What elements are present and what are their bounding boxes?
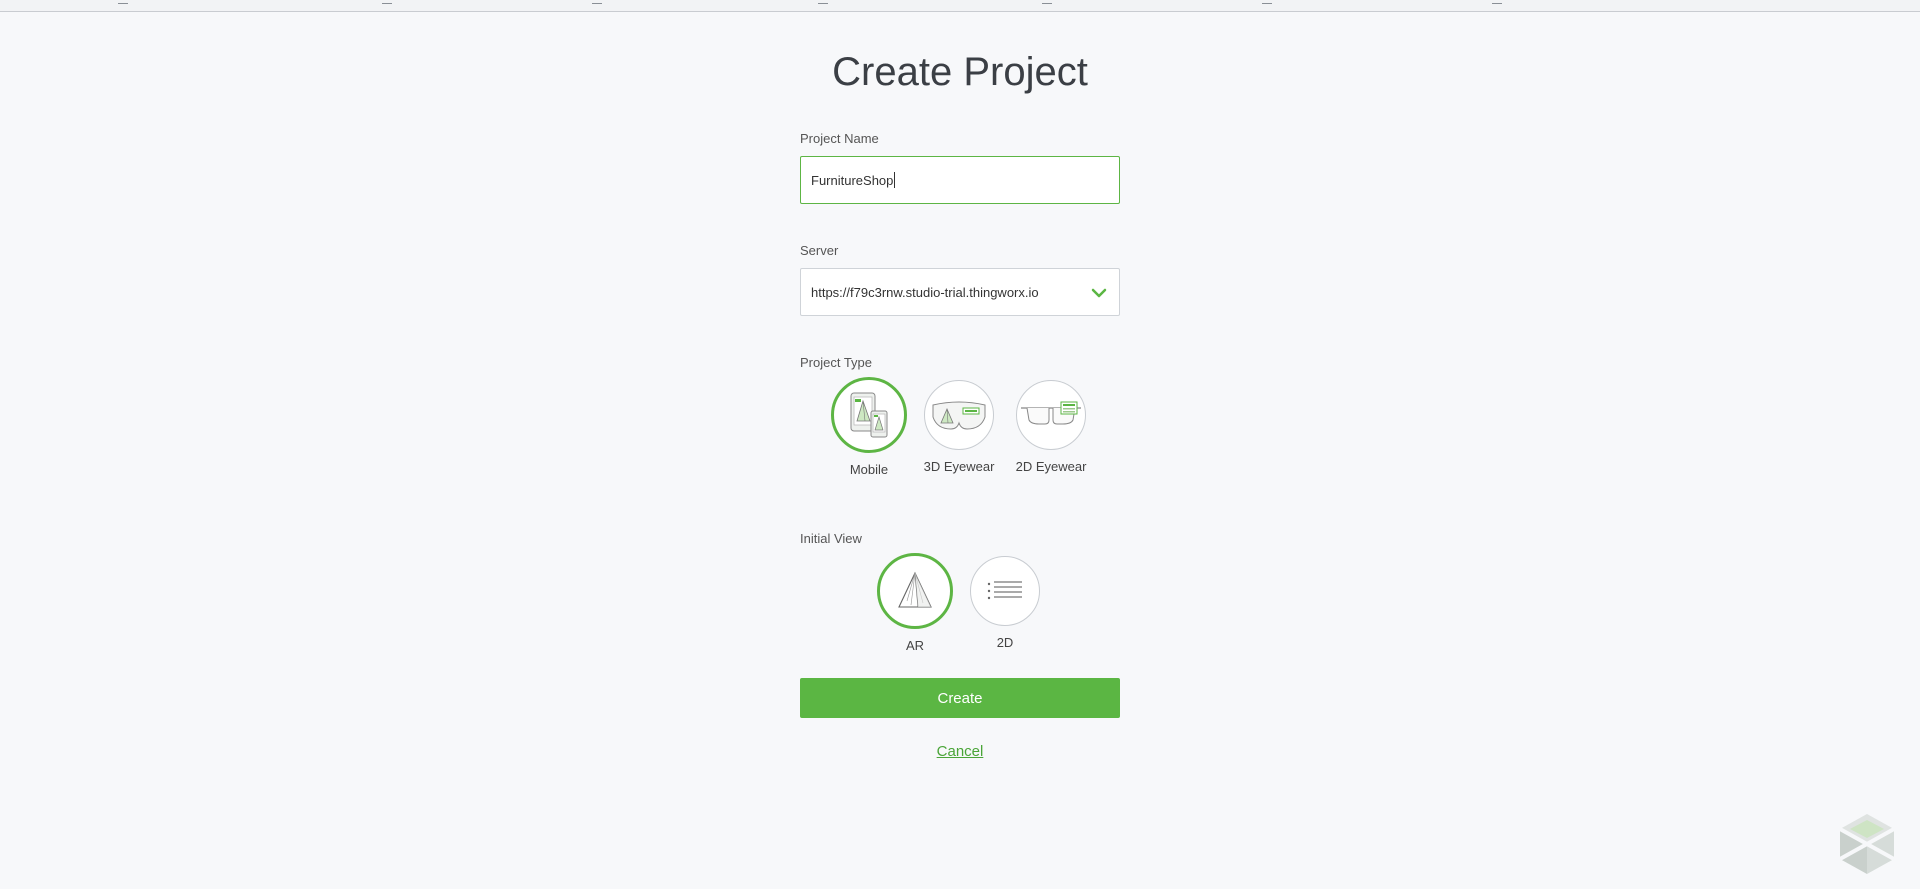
3d-eyewear-icon [924,380,994,450]
project-type-mobile[interactable]: Mobile [829,377,909,477]
pyramid-icon [877,553,953,629]
toolbar-icon[interactable] [1492,0,1502,4]
project-name-value: FurnitureShop [811,172,894,188]
browser-toolbar-strip [0,0,1920,12]
toolbar-icon[interactable] [818,0,828,4]
option-label: 3D Eyewear [923,459,995,474]
create-button[interactable]: Create [800,678,1120,718]
server-select[interactable]: https://f79c3rnw.studio-trial.thingworx.… [800,268,1120,316]
project-name-label: Project Name [800,131,879,146]
chevron-down-icon [1091,288,1107,298]
initial-view-ar[interactable]: AR [875,553,955,653]
vuforia-logo-icon [1839,814,1895,874]
server-label: Server [800,243,839,258]
server-selected-value: https://f79c3rnw.studio-trial.thingworx.… [811,284,1039,300]
option-label: AR [905,638,925,653]
option-label: 2D [996,635,1014,650]
option-label: Mobile [849,462,889,477]
2d-eyewear-icon [1016,380,1086,450]
page-title: Create Project [832,50,1088,94]
project-name-input[interactable]: FurnitureShop [800,156,1120,204]
text-caret [894,172,896,188]
toolbar-icon[interactable] [1042,0,1052,4]
cancel-link[interactable]: Cancel [800,743,1120,760]
toolbar-icon[interactable] [592,0,602,4]
initial-view-label: Initial View [800,531,862,546]
toolbar-icon[interactable] [118,0,128,4]
initial-view-2d[interactable]: 2D [965,556,1045,650]
option-label: 2D Eyewear [1015,459,1087,474]
mobile-devices-icon [831,377,907,453]
project-type-label: Project Type [800,355,873,370]
list-icon [970,556,1040,626]
project-type-2d-eyewear[interactable]: 2D Eyewear [1011,380,1091,474]
toolbar-icon[interactable] [1262,0,1272,4]
project-type-3d-eyewear[interactable]: 3D Eyewear [919,380,999,474]
toolbar-icon[interactable] [382,0,392,4]
